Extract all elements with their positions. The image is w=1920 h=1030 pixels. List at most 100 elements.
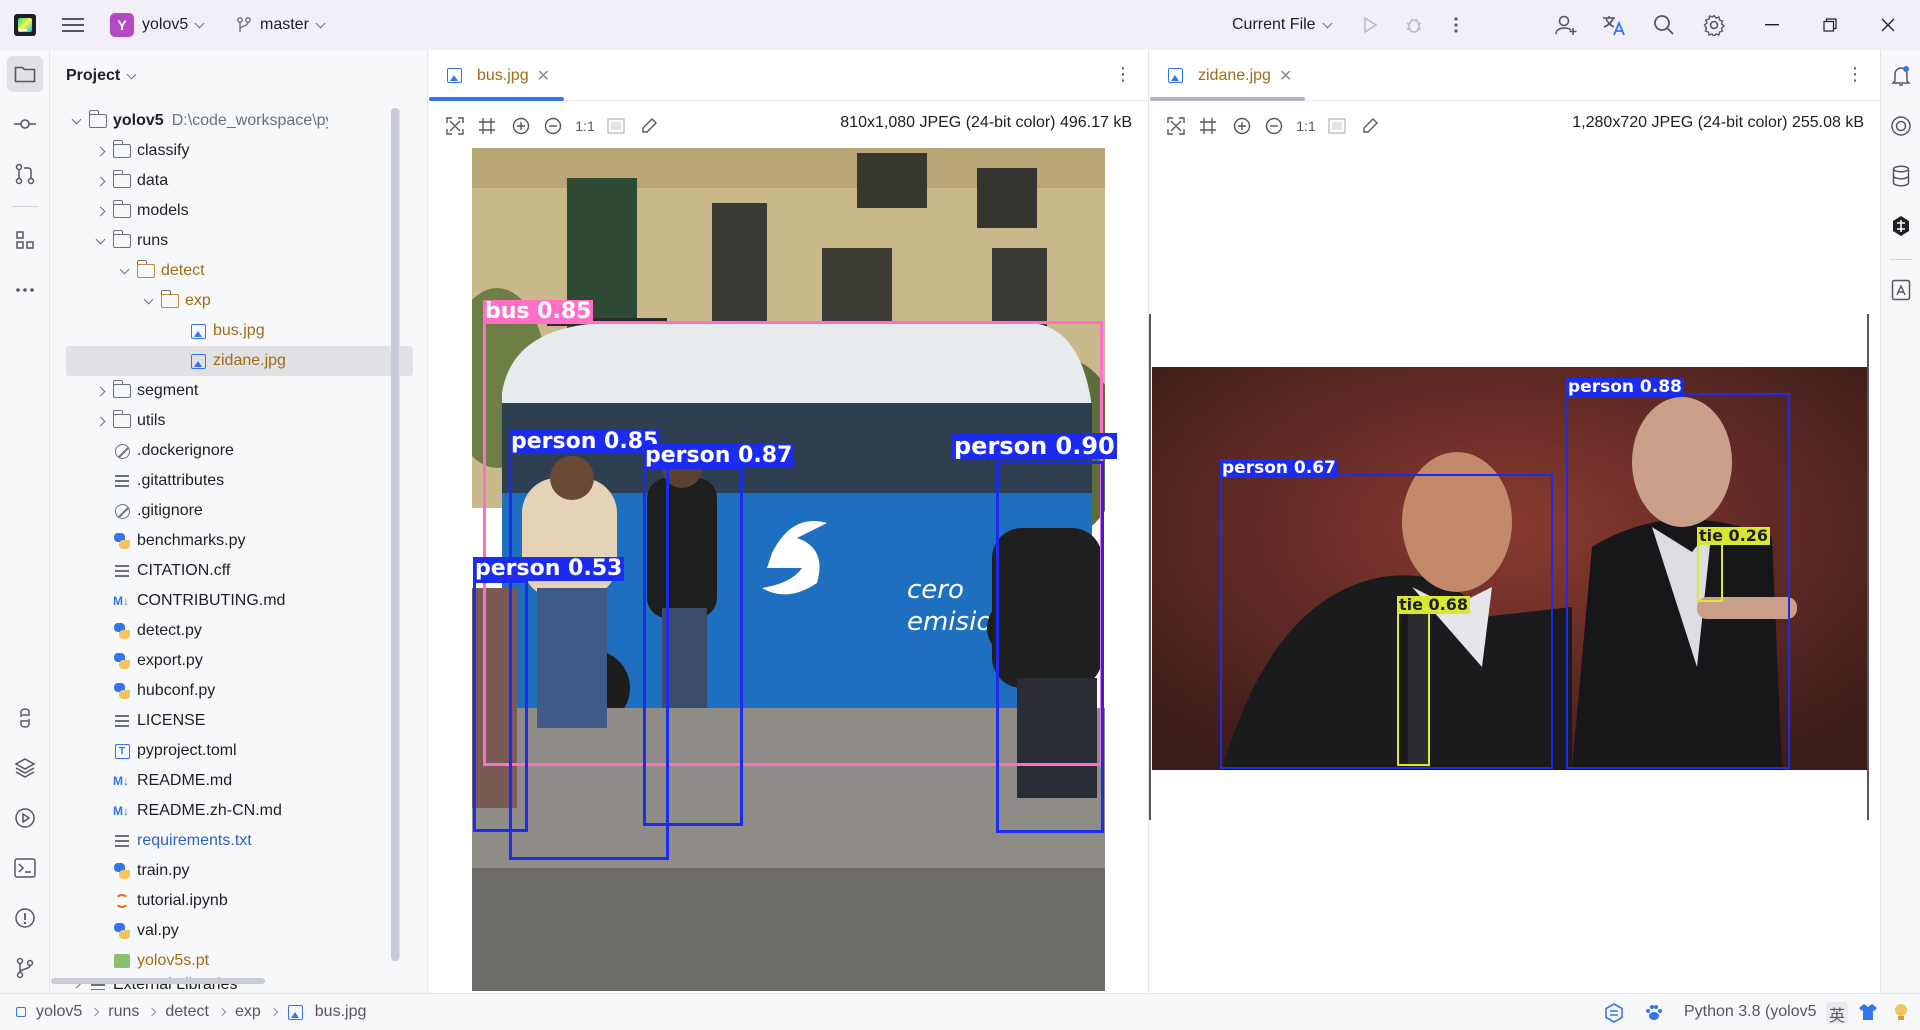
- chevron-down-icon[interactable]: [69, 114, 83, 128]
- tree-item-gitattributes[interactable]: .gitattributes: [51, 466, 411, 496]
- breadcrumb-item[interactable]: detect: [165, 1003, 209, 1021]
- tree-item-dockerignore[interactable]: .dockerignore: [51, 436, 411, 466]
- chevron-right-icon[interactable]: [93, 384, 107, 398]
- add-user-button[interactable]: [1552, 10, 1580, 40]
- restore-button[interactable]: [1810, 10, 1850, 40]
- background-toggle-icon[interactable]: [1327, 116, 1347, 136]
- tree-item-readme-zh-cn-md[interactable]: M↓ README.zh-CN.md: [51, 796, 411, 826]
- tree-item-contributing-md[interactable]: M↓ CONTRIBUTING.md: [51, 586, 411, 616]
- fit-to-window-icon[interactable]: [1166, 116, 1186, 136]
- tree-item-utils[interactable]: utils: [51, 406, 411, 436]
- tree-item-pyproject-toml[interactable]: T pyproject.toml: [51, 736, 411, 766]
- more-actions-button[interactable]: [1444, 10, 1468, 40]
- tree-item-zidane-jpg[interactable]: zidane.jpg: [66, 346, 413, 376]
- branch-switcher[interactable]: master: [236, 12, 326, 38]
- tree-item-exp[interactable]: exp: [51, 286, 411, 316]
- tree-item-citation-cff[interactable]: CITATION.cff: [51, 556, 411, 586]
- tree-item-segment[interactable]: segment: [51, 376, 411, 406]
- plugin-button[interactable]: [1883, 208, 1919, 244]
- background-toggle-icon[interactable]: [606, 116, 626, 136]
- terminal-tool-button[interactable]: [7, 850, 43, 886]
- commit-tool-button[interactable]: [7, 106, 43, 142]
- tree-item-benchmarks-py[interactable]: benchmarks.py: [51, 526, 411, 556]
- chevron-down-icon[interactable]: [117, 264, 131, 278]
- run-configuration-selector[interactable]: Current File: [1232, 12, 1333, 38]
- zoom-in-icon[interactable]: [511, 116, 531, 136]
- notifications-button[interactable]: [1883, 58, 1919, 94]
- tree-item-license[interactable]: LICENSE: [51, 706, 411, 736]
- close-window-button[interactable]: [1868, 10, 1908, 40]
- actual-size-button[interactable]: 1:1: [574, 116, 596, 136]
- tree-item-runs[interactable]: runs: [51, 226, 411, 256]
- services-tool-button[interactable]: [7, 800, 43, 836]
- tree-item-yolov5s-pt[interactable]: yolov5s.pt: [51, 946, 411, 976]
- chevron-right-icon[interactable]: [93, 144, 107, 158]
- paw-icon[interactable]: [1644, 1003, 1664, 1028]
- tab-more-icon[interactable]: ⋮: [1114, 64, 1132, 85]
- python-console-tool-button[interactable]: [7, 700, 43, 736]
- chevron-down-icon[interactable]: [93, 234, 107, 248]
- breadcrumb-item[interactable]: exp: [235, 1003, 261, 1021]
- project-switcher[interactable]: Y yolov5: [110, 12, 205, 38]
- chevron-right-icon[interactable]: [93, 174, 107, 188]
- tab-zidane-jpg[interactable]: zidane.jpg ✕: [1150, 50, 1308, 101]
- tree-item-data[interactable]: data: [51, 166, 411, 196]
- tree-item-train-py[interactable]: train.py: [51, 856, 411, 886]
- breadcrumb-item[interactable]: yolov5: [36, 1003, 82, 1021]
- tree-item-detect-py[interactable]: detect.py: [51, 616, 411, 646]
- tree-item-classify[interactable]: classify: [51, 136, 411, 166]
- color-picker-icon[interactable]: [639, 116, 659, 136]
- tree-item-gitignore[interactable]: .gitignore: [51, 496, 411, 526]
- tree-scrollbar-thumb[interactable]: [391, 108, 399, 961]
- git-tool-button[interactable]: [7, 950, 43, 986]
- grid-toggle-icon[interactable]: [477, 116, 497, 136]
- tab-bus-jpg[interactable]: bus.jpg ✕: [429, 50, 566, 101]
- breadcrumb-item[interactable]: bus.jpg: [315, 1003, 367, 1021]
- chevron-right-icon[interactable]: [93, 204, 107, 218]
- settings-button[interactable]: [1700, 10, 1728, 40]
- problems-tool-button[interactable]: [7, 900, 43, 936]
- tree-item-models[interactable]: models: [51, 196, 411, 226]
- lightbulb-icon[interactable]: [1892, 1003, 1910, 1028]
- main-menu-icon[interactable]: [62, 15, 84, 35]
- tree-item-val-py[interactable]: val.py: [51, 916, 411, 946]
- close-tab-icon[interactable]: ✕: [1279, 66, 1292, 86]
- fit-to-window-icon[interactable]: [445, 116, 465, 136]
- grid-toggle-icon[interactable]: [1198, 116, 1218, 136]
- database-button[interactable]: [1883, 158, 1919, 194]
- project-tool-button[interactable]: [7, 56, 43, 92]
- zoom-in-icon[interactable]: [1232, 116, 1252, 136]
- close-tab-icon[interactable]: ✕: [537, 66, 550, 86]
- run-button[interactable]: [1358, 10, 1382, 40]
- more-tools-button[interactable]: [7, 272, 43, 308]
- tree-item-tutorial-ipynb[interactable]: tutorial.ipynb: [51, 886, 411, 916]
- ai-assistant-button[interactable]: [1883, 108, 1919, 144]
- search-button[interactable]: [1650, 10, 1678, 40]
- translate-button[interactable]: [1600, 10, 1628, 40]
- breadcrumb-item[interactable]: runs: [108, 1003, 139, 1021]
- python-packages-tool-button[interactable]: [7, 750, 43, 786]
- tree-item-export-py[interactable]: export.py: [51, 646, 411, 676]
- tree-item-hubconf-py[interactable]: hubconf.py: [51, 676, 411, 706]
- input-method-indicator[interactable]: 英: [1826, 1002, 1848, 1025]
- color-picker-icon[interactable]: [1360, 116, 1380, 136]
- chevron-down-icon[interactable]: [141, 294, 155, 308]
- tree-item-bus-jpg[interactable]: bus.jpg: [51, 316, 411, 346]
- tree-root-yolov5[interactable]: yolov5 D:\code_workspace\python_works: [51, 106, 411, 136]
- minimize-button[interactable]: [1752, 10, 1792, 40]
- plugin-status-icon[interactable]: [1604, 1003, 1624, 1028]
- actual-size-button[interactable]: 1:1: [1295, 116, 1317, 136]
- shirt-icon[interactable]: [1858, 1003, 1878, 1026]
- tree-item-requirements-txt[interactable]: requirements.txt: [51, 826, 411, 856]
- tree-item-detect[interactable]: detect: [51, 256, 411, 286]
- tree-item-readme-md[interactable]: M↓ README.md: [51, 766, 411, 796]
- tab-more-icon[interactable]: ⋮: [1846, 64, 1864, 85]
- chevron-right-icon[interactable]: [93, 414, 107, 428]
- zoom-out-icon[interactable]: [543, 116, 563, 136]
- debug-button[interactable]: [1402, 10, 1426, 40]
- python-interpreter-selector[interactable]: Python 3.8 (yolov5: [1684, 1003, 1822, 1021]
- structure-tool-button[interactable]: [7, 222, 43, 258]
- pull-requests-tool-button[interactable]: [7, 156, 43, 192]
- sciview-button[interactable]: [1883, 272, 1919, 308]
- tree-horizontal-scrollbar[interactable]: [51, 978, 265, 984]
